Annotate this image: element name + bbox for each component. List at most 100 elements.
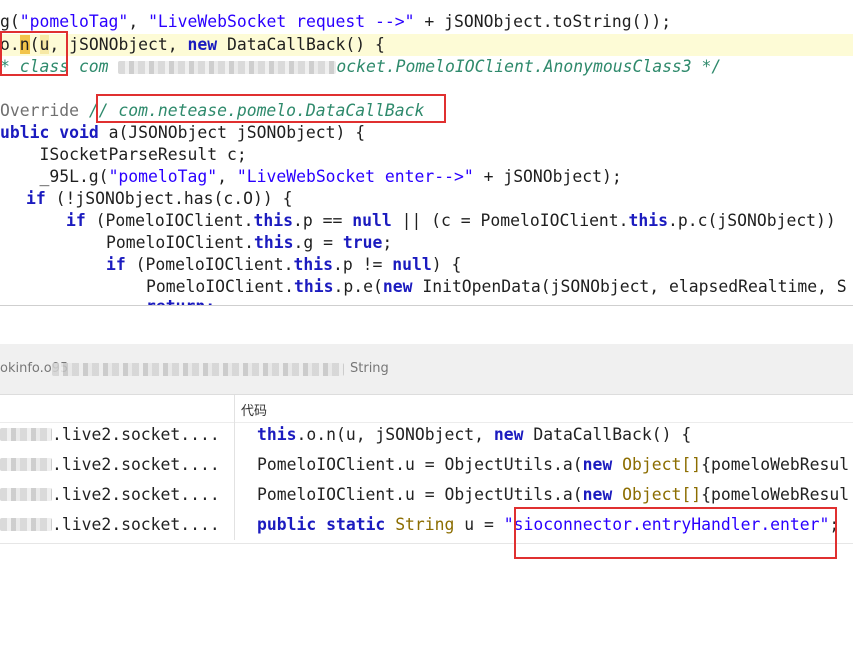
string-literal: "LiveWebSocket enter-->" bbox=[236, 167, 474, 186]
redacted-blur bbox=[0, 517, 52, 531]
code-text: ) { bbox=[431, 255, 462, 274]
code-line-6: ublic void a(JSONObject jSONObject) { bbox=[0, 122, 365, 144]
code-text: .p.c(jSONObject)) bbox=[668, 211, 836, 230]
redacted-blur bbox=[0, 427, 52, 441]
result-location: .live2.socket.... bbox=[0, 450, 233, 480]
results-query-type: String bbox=[350, 361, 389, 376]
code-text: PomeloIOClient. bbox=[106, 233, 255, 252]
code-text: (PomeloIOClient. bbox=[125, 255, 294, 274]
redacted-blur bbox=[0, 487, 52, 501]
result-location-text: .live2.socket.... bbox=[52, 485, 220, 504]
keyword: if bbox=[106, 255, 126, 274]
result-code: PomeloIOClient.u = ObjectUtils.a(new Obj… bbox=[257, 450, 849, 480]
code-text: + jSONObject); bbox=[473, 167, 622, 186]
code-text: PomeloIOClient. bbox=[146, 277, 295, 296]
code-text: + jSONObject.toString()); bbox=[414, 12, 672, 31]
code-text: || (c = PomeloIOClient. bbox=[391, 211, 629, 230]
result-row[interactable]: .live2.socket.... PomeloIOClient.u = Obj… bbox=[0, 450, 853, 480]
keyword: this bbox=[254, 233, 294, 252]
column-separator bbox=[234, 450, 235, 480]
keyword: this bbox=[628, 211, 669, 230]
code-line-12: if (PomeloIOClient.this.p != null) { bbox=[106, 254, 461, 276]
code-text: (PomeloIOClient. bbox=[85, 211, 254, 230]
code-line-7: ISocketParseResult c; bbox=[0, 145, 247, 164]
result-code: this.o.n(u, jSONObject, new DataCallBack… bbox=[257, 420, 691, 450]
string-literal: "pomeloTag" bbox=[19, 12, 129, 31]
code-text: .p != bbox=[333, 255, 393, 274]
column-resize-handle[interactable] bbox=[234, 395, 235, 422]
keyword: public bbox=[257, 515, 317, 534]
keyword: this bbox=[293, 255, 333, 274]
keyword: if bbox=[66, 211, 86, 230]
keyword: this bbox=[257, 425, 297, 444]
code-text: _95L.g( bbox=[0, 167, 109, 186]
code-line-14: return; bbox=[146, 296, 215, 305]
code-text: {pomeloWebResul bbox=[701, 485, 850, 504]
code-line-9: if (!jSONObject.has(c.O)) { bbox=[26, 188, 292, 210]
code-text: .p.e( bbox=[333, 277, 383, 296]
keyword: new bbox=[187, 35, 218, 54]
result-row[interactable]: .live2.socket.... this.o.n(u, jSONObject… bbox=[0, 420, 853, 450]
keyword: new bbox=[582, 455, 613, 474]
code-text: PomeloIOClient.u = ObjectUtils.a( bbox=[257, 455, 583, 474]
annotation-box-interface bbox=[96, 94, 446, 123]
column-separator bbox=[234, 420, 235, 450]
code-line-1: g("pomeloTag", "LiveWebSocket request --… bbox=[0, 11, 671, 33]
type-name: String bbox=[395, 515, 455, 534]
type-name: Object[] bbox=[622, 485, 702, 504]
keyword: ublic bbox=[0, 123, 50, 142]
result-location-text: .live2.socket.... bbox=[52, 425, 220, 444]
code-line-10: if (PomeloIOClient.this.p == null || (c … bbox=[66, 210, 836, 232]
redacted-blur bbox=[0, 457, 52, 471]
keyword: static bbox=[326, 515, 386, 534]
string-literal: "LiveWebSocket request -->" bbox=[148, 12, 415, 31]
search-results-panel: okinfo.o95 String 代码 .live2.socket.... t… bbox=[0, 344, 853, 653]
column-code[interactable]: 代码 bbox=[241, 400, 267, 419]
code-text: PomeloIOClient.u = ObjectUtils.a( bbox=[257, 485, 583, 504]
result-location-text: .live2.socket.... bbox=[52, 515, 220, 534]
keyword: void bbox=[59, 123, 99, 142]
code-text: .g = bbox=[293, 233, 343, 252]
keyword: true bbox=[342, 233, 383, 252]
results-column-header: 代码 bbox=[0, 395, 853, 423]
redacted-blur bbox=[118, 61, 337, 74]
keyword: if bbox=[26, 189, 46, 208]
result-location-text: .live2.socket.... bbox=[52, 455, 220, 474]
column-separator bbox=[234, 510, 235, 540]
keyword: null bbox=[352, 211, 392, 230]
code-text: DataCallBack() { bbox=[217, 35, 385, 54]
pane-gap bbox=[0, 306, 853, 344]
annotation-box-string bbox=[514, 507, 837, 559]
type-name: Object[] bbox=[622, 455, 702, 474]
string-literal: "pomeloTag" bbox=[108, 167, 218, 186]
code-editor[interactable]: g("pomeloTag", "LiveWebSocket request --… bbox=[0, 0, 853, 305]
result-location: .live2.socket.... bbox=[0, 480, 233, 510]
code-text: {pomeloWebResul bbox=[701, 455, 850, 474]
code-text: DataCallBack() { bbox=[523, 425, 692, 444]
code-line-3: * class com ocket.PomeloIOClient.Anonymo… bbox=[0, 56, 721, 78]
code-text: ; bbox=[382, 233, 393, 252]
code-text: g( bbox=[0, 12, 20, 31]
keyword: this bbox=[253, 211, 293, 230]
code-text: , jSONObject, bbox=[49, 35, 188, 54]
keyword: new bbox=[382, 277, 413, 296]
results-header: okinfo.o95 String bbox=[0, 344, 853, 395]
code-text: , bbox=[128, 12, 149, 31]
keyword: new bbox=[582, 485, 613, 504]
code-line-13: PomeloIOClient.this.p.e(new InitOpenData… bbox=[146, 276, 847, 298]
keyword: this bbox=[294, 277, 334, 296]
code-text: a(JSONObject jSONObject) { bbox=[98, 123, 366, 142]
code-text: InitOpenData(jSONObject, elapsedRealtime… bbox=[412, 277, 847, 296]
result-code: PomeloIOClient.u = ObjectUtils.a(new Obj… bbox=[257, 480, 849, 510]
redacted-blur bbox=[52, 363, 344, 376]
result-row[interactable]: .live2.socket.... PomeloIOClient.u = Obj… bbox=[0, 480, 853, 510]
annotation-box-call bbox=[0, 31, 68, 76]
result-location: .live2.socket.... bbox=[0, 510, 233, 540]
code-line-11: PomeloIOClient.this.g = true; bbox=[106, 232, 392, 254]
annotation-text: Override bbox=[0, 101, 89, 120]
code-line-8: _95L.g("pomeloTag", "LiveWebSocket enter… bbox=[0, 166, 622, 188]
keyword: null bbox=[392, 255, 432, 274]
comment-text: ocket.PomeloIOClient.AnonymousClass3 */ bbox=[336, 57, 722, 76]
column-separator bbox=[234, 480, 235, 510]
code-text: u = bbox=[454, 515, 504, 534]
